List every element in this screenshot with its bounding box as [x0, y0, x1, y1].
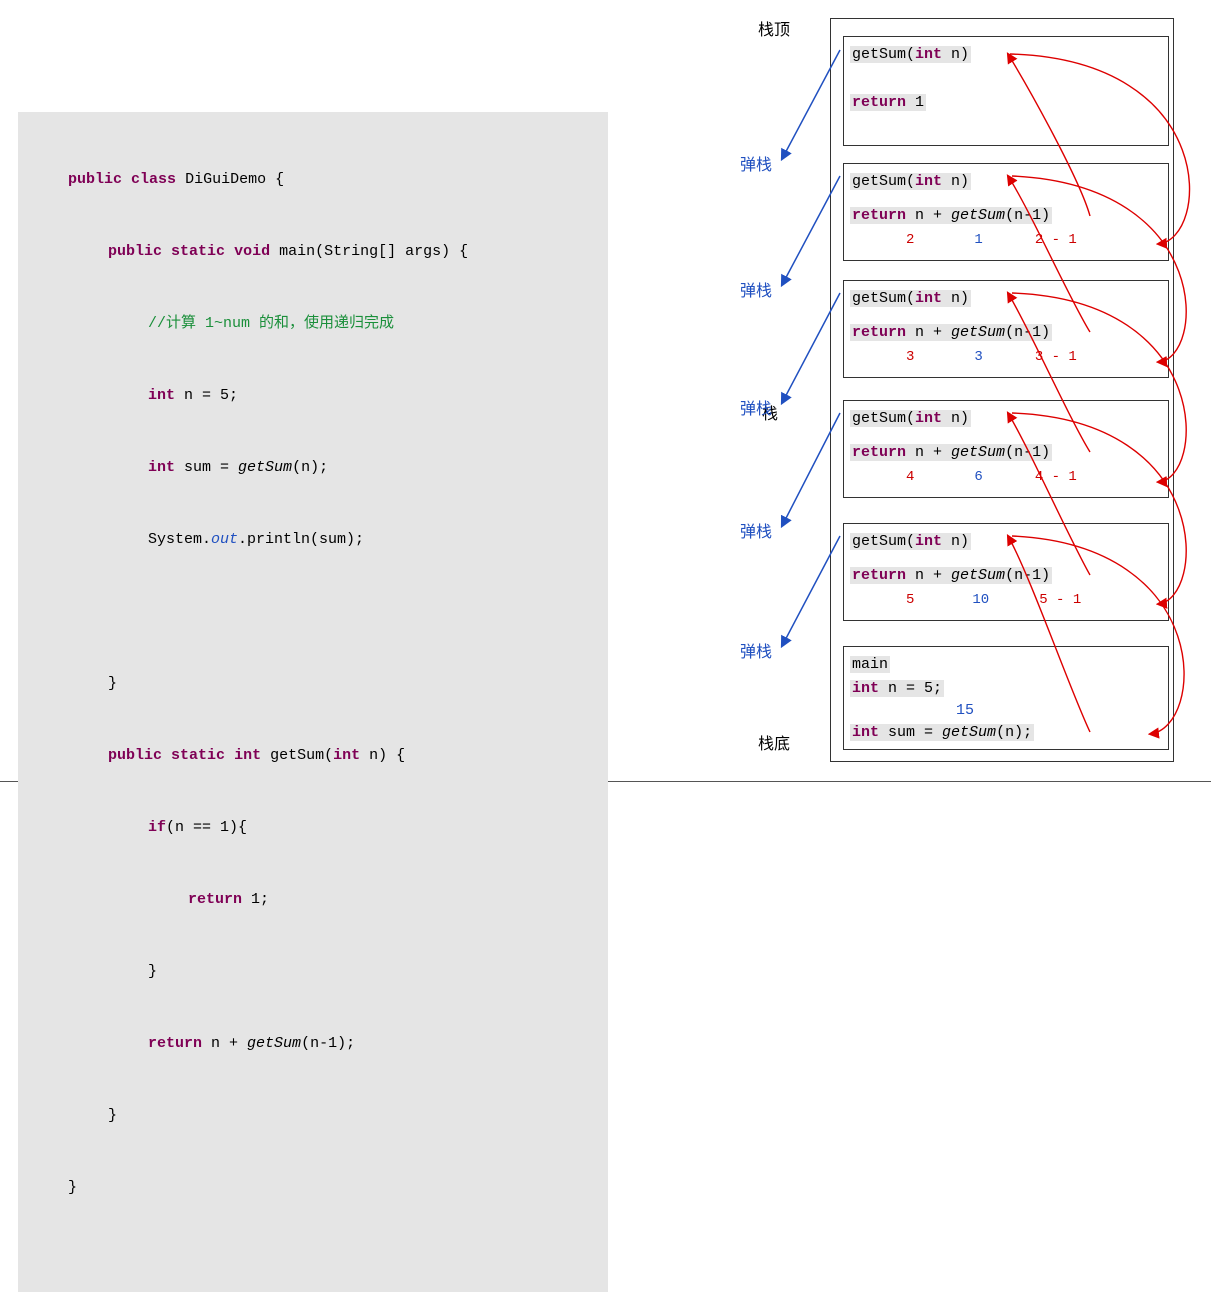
label-stack-top: 栈顶 — [758, 16, 790, 40]
pop-label-1: 弹栈 — [740, 151, 772, 175]
code-block: public class DiGuiDemo { public static v… — [18, 112, 608, 1292]
pop-label-4: 弹栈 — [740, 518, 772, 542]
stack-frame-2: getSum(int n) return n + getSum(n-1) 212… — [843, 163, 1169, 261]
pop-label-5: 弹栈 — [740, 638, 772, 662]
pop-label-2: 弹栈 — [740, 277, 772, 301]
label-stack-bottom: 栈底 — [758, 730, 790, 754]
stack-frame-5: getSum(int n) return n + getSum(n-1) 510… — [843, 523, 1169, 621]
stack-container: getSum(int n) return 1 getSum(int n) ret… — [830, 18, 1174, 762]
pop-label-3: 弹栈 — [740, 395, 772, 419]
stack-frame-main: main int n = 5; 15 int sum = getSum(n); — [843, 646, 1169, 750]
stack-frame-3: getSum(int n) return n + getSum(n-1) 333… — [843, 280, 1169, 378]
stack-frame-4: getSum(int n) return n + getSum(n-1) 464… — [843, 400, 1169, 498]
stack-frame-1: getSum(int n) return 1 — [843, 36, 1169, 146]
page: public class DiGuiDemo { public static v… — [0, 0, 1211, 782]
